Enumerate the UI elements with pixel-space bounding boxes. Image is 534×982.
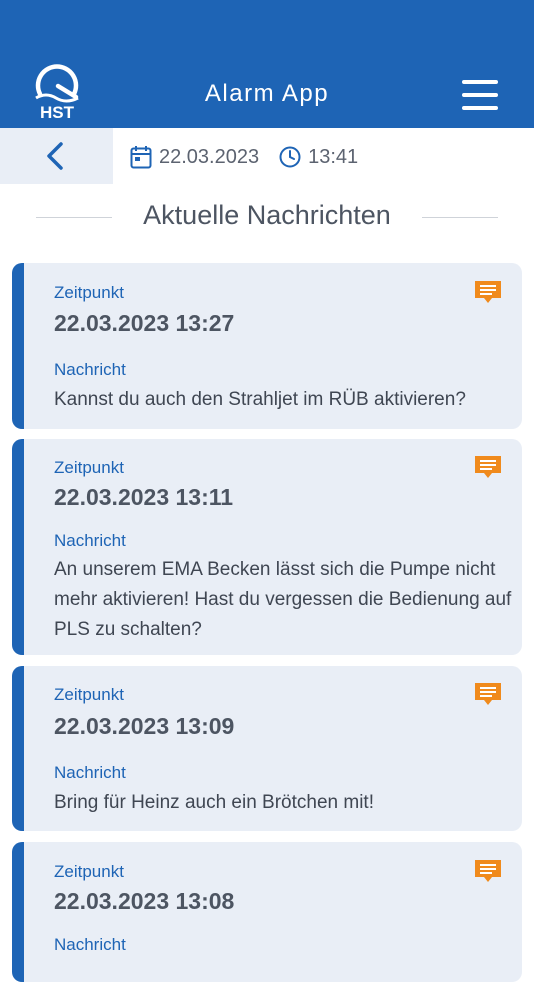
clock-icon	[279, 146, 301, 168]
message-text: Bring für Heinz auch ein Brötchen mit!	[54, 792, 374, 813]
hamburger-menu-icon[interactable]	[460, 78, 500, 112]
time-label: Zeitpunkt	[54, 685, 124, 704]
app-title: Alarm App	[204, 80, 330, 107]
message-text: An unserem EMA Becken lässt sich die Pum…	[54, 559, 512, 640]
message-icon	[475, 456, 501, 478]
message-text: Kannst du auch den Strahljet im RÜB akti…	[54, 389, 466, 410]
divider-right	[422, 217, 498, 218]
message-label: Nachricht	[54, 935, 126, 954]
message-label: Nachricht	[54, 763, 126, 782]
current-time: 13:41	[308, 145, 359, 168]
message-icon	[475, 281, 501, 303]
time-label: Zeitpunkt	[54, 862, 124, 881]
section-title: Aktuelle Nachrichten	[143, 200, 391, 230]
message-label: Nachricht	[54, 360, 126, 379]
date-time-display: 22.03.2023 13:41	[130, 144, 358, 170]
message-icon	[475, 683, 501, 705]
message-card[interactable]: Zeitpunkt 22.03.2023 13:11 Nachricht An …	[12, 439, 522, 655]
message-card[interactable]: Zeitpunkt 22.03.2023 13:08 Nachricht	[12, 842, 522, 982]
message-label: Nachricht	[54, 531, 126, 550]
message-timestamp: 22.03.2023 13:27	[54, 310, 235, 336]
chevron-left-icon	[47, 142, 63, 170]
message-timestamp: 22.03.2023 13:08	[54, 888, 235, 914]
app-header: HST Alarm App	[0, 0, 534, 128]
back-button[interactable]	[0, 128, 113, 184]
message-card[interactable]: Zeitpunkt 22.03.2023 13:09 Nachricht Bri…	[12, 666, 522, 831]
message-icon	[475, 860, 501, 882]
time-label: Zeitpunkt	[54, 458, 124, 477]
date-time-bar: 22.03.2023 13:41	[0, 128, 534, 184]
message-card[interactable]: Zeitpunkt 22.03.2023 13:27 Nachricht Kan…	[12, 263, 522, 429]
current-date: 22.03.2023	[159, 145, 260, 168]
message-timestamp: 22.03.2023 13:11	[54, 484, 234, 510]
calendar-icon	[130, 146, 152, 169]
section-header: Aktuelle Nachrichten	[36, 198, 498, 236]
message-timestamp: 22.03.2023 13:09	[54, 713, 235, 739]
time-label: Zeitpunkt	[54, 283, 124, 302]
